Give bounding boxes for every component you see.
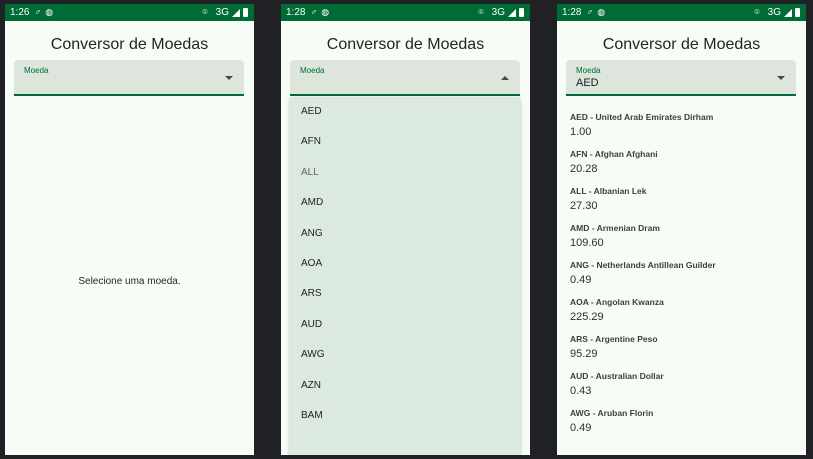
- currency-rate: 95.29: [570, 348, 598, 360]
- list-item: AUD - Australian Dollar 0.43: [570, 370, 795, 407]
- select-value: AED: [576, 77, 599, 89]
- empty-message: Selecione uma moeda.: [78, 276, 181, 287]
- currency-name: AOA - Angolan Kwanza: [570, 297, 664, 307]
- notification-icon: ♂: [586, 7, 594, 17]
- sync-icon: ◍: [45, 7, 54, 17]
- dropdown-option[interactable]: BAM: [290, 401, 520, 431]
- currency-name: ANG - Netherlands Antillean Guilder: [570, 260, 716, 270]
- dropdown-option[interactable]: ALL: [290, 158, 520, 188]
- dropdown-arrow-icon[interactable]: [225, 76, 233, 80]
- currency-rate: 1.00: [570, 126, 592, 138]
- list-item: AOA - Angolan Kwanza 225.29: [570, 296, 795, 333]
- location-icon: ⌾: [202, 7, 208, 17]
- dropdown-option[interactable]: AWG: [290, 340, 520, 370]
- battery-icon: [243, 8, 248, 17]
- currency-select[interactable]: Moeda: [14, 60, 244, 96]
- list-item: ALL - Albanian Lek 27.30: [570, 185, 795, 222]
- currency-name: AWG - Aruban Florin: [570, 408, 654, 418]
- currency-rate: 20.28: [570, 163, 598, 175]
- dropdown-option[interactable]: AOA: [290, 249, 520, 279]
- currency-name: AMD - Armenian Dram: [570, 223, 660, 233]
- location-icon: ⌾: [478, 7, 484, 17]
- notification-icon: ♂: [310, 7, 318, 17]
- currency-name: AFN - Afghan Afghani: [570, 149, 658, 159]
- dropdown-arrow-icon[interactable]: [777, 76, 785, 80]
- dropdown-option[interactable]: AZN: [290, 371, 520, 401]
- page-title: Conversor de Moedas: [50, 36, 209, 53]
- currency-dropdown-menu: AED AFN ALL AMD ANG AOA ARS AUD AWG AZN …: [290, 97, 520, 455]
- battery-icon: [795, 8, 800, 17]
- dropdown-option[interactable]: AUD: [290, 310, 520, 340]
- status-bar: 1:28 ♂ ◍ ⌾ 3G: [281, 4, 530, 21]
- signal-icon: [508, 8, 516, 17]
- select-label: Moeda: [24, 66, 49, 75]
- status-time: 1:28: [286, 7, 306, 18]
- list-item: AMD - Armenian Dram 109.60: [570, 222, 795, 259]
- currency-select[interactable]: Moeda: [290, 60, 520, 96]
- dropdown-option[interactable]: AFN: [290, 127, 520, 157]
- dropdown-arrow-icon[interactable]: [501, 76, 509, 80]
- phone-screen-initial: 1:26 ♂ ◍ ⌾ 3G Conversor de Moedas Moeda …: [5, 4, 254, 455]
- rate-list: AED - United Arab Emirates Dirham 1.00 A…: [570, 111, 795, 444]
- status-bar: 1:28 ♂ ◍ ⌾ 3G: [557, 4, 806, 21]
- signal-icon: [232, 8, 240, 17]
- battery-icon: [519, 8, 524, 17]
- phone-screen-dropdown-open: 1:28 ♂ ◍ ⌾ 3G Conversor de Moedas Moeda …: [281, 4, 530, 455]
- currency-rate: 0.43: [570, 385, 592, 397]
- sync-icon: ◍: [597, 7, 606, 17]
- status-time: 1:26: [10, 7, 30, 18]
- network-type: 3G: [491, 7, 505, 18]
- currency-name: AED - United Arab Emirates Dirham: [570, 112, 714, 122]
- location-icon: ⌾: [754, 7, 760, 17]
- currency-rate: 225.29: [570, 311, 604, 323]
- select-label: Moeda: [576, 66, 601, 75]
- currency-rate: 27.30: [570, 200, 598, 212]
- list-item: AED - United Arab Emirates Dirham 1.00: [570, 111, 795, 148]
- status-bar: 1:26 ♂ ◍ ⌾ 3G: [5, 4, 254, 21]
- select-label: Moeda: [300, 66, 325, 75]
- list-item: ANG - Netherlands Antillean Guilder 0.49: [570, 259, 795, 296]
- network-type: 3G: [215, 7, 229, 18]
- dropdown-option[interactable]: ARS: [290, 279, 520, 309]
- status-time: 1:28: [562, 7, 582, 18]
- page-title: Conversor de Moedas: [326, 36, 485, 53]
- currency-select[interactable]: Moeda AED: [566, 60, 796, 96]
- sync-icon: ◍: [321, 7, 330, 17]
- network-type: 3G: [767, 7, 781, 18]
- list-item: AWG - Aruban Florin 0.49: [570, 407, 795, 444]
- signal-icon: [784, 8, 792, 17]
- page-title: Conversor de Moedas: [602, 36, 761, 53]
- currency-name: AUD - Australian Dollar: [570, 371, 664, 381]
- currency-rate: 109.60: [570, 237, 604, 249]
- currency-name: ARS - Argentine Peso: [570, 334, 658, 344]
- currency-rate: 0.49: [570, 422, 592, 434]
- list-item: ARS - Argentine Peso 95.29: [570, 333, 795, 370]
- dropdown-option[interactable]: ANG: [290, 219, 520, 249]
- notification-icon: ♂: [34, 7, 42, 17]
- list-item: AFN - Afghan Afghani 20.28: [570, 148, 795, 185]
- phone-screen-rates: 1:28 ♂ ◍ ⌾ 3G Conversor de Moedas Moeda …: [557, 4, 806, 455]
- dropdown-option[interactable]: AMD: [290, 188, 520, 218]
- currency-rate: 0.49: [570, 274, 592, 286]
- currency-name: ALL - Albanian Lek: [570, 186, 647, 196]
- dropdown-option[interactable]: AED: [290, 97, 520, 127]
